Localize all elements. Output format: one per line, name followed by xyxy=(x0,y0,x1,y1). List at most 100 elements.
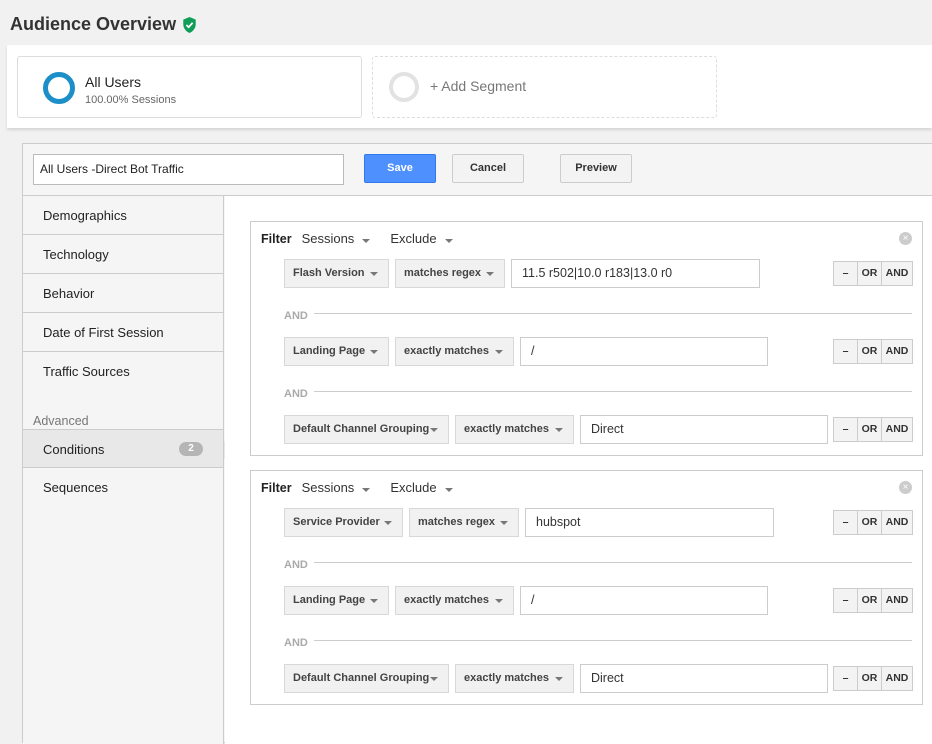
filter-block: Filter Sessions Exclude × Service Provid… xyxy=(250,470,923,705)
operator-select[interactable]: matches regex xyxy=(395,259,505,288)
caret-down-icon xyxy=(444,488,453,492)
condition-ops: – OR AND xyxy=(833,510,913,535)
and-button[interactable]: AND xyxy=(882,667,912,690)
caret-down-icon xyxy=(370,272,378,276)
and-separator: AND xyxy=(284,306,912,322)
dimension-select[interactable]: Flash Version xyxy=(284,259,389,288)
sidebar-item-behavior[interactable]: Behavior xyxy=(23,274,223,313)
caret-down-icon xyxy=(384,521,392,525)
filter-header: Filter Sessions Exclude xyxy=(261,480,473,495)
operator-select[interactable]: exactly matches xyxy=(395,586,514,615)
remove-condition-button[interactable]: – xyxy=(834,589,858,612)
condition-ops: – OR AND xyxy=(833,417,913,442)
sidebar-item-demographics[interactable]: Demographics xyxy=(23,196,223,235)
dimension-select[interactable]: Service Provider xyxy=(284,508,403,537)
segment-name: All Users xyxy=(85,74,142,90)
filter-label: Filter xyxy=(261,231,292,246)
condition-value-input[interactable]: / xyxy=(520,586,768,615)
condition-value-input[interactable]: hubspot xyxy=(525,508,774,537)
condition-ops: – OR AND xyxy=(833,339,913,364)
preview-button[interactable]: Preview xyxy=(560,154,632,183)
caret-down-icon xyxy=(362,239,371,243)
conditions-count-badge: 2 xyxy=(179,442,203,456)
condition-value-input[interactable]: Direct xyxy=(580,664,828,693)
and-button[interactable]: AND xyxy=(882,418,912,441)
scope-dropdown[interactable]: Sessions xyxy=(302,231,391,246)
segment-subtitle: 100.00% Sessions xyxy=(85,94,177,106)
condition-row: Default Channel Grouping exactly matches… xyxy=(284,415,912,444)
dimension-select[interactable]: Default Channel Grouping xyxy=(284,664,449,693)
condition-row: Flash Version matches regex 11.5 r502|10… xyxy=(284,259,912,288)
editor-toolbar: All Users -Direct Bot Traffic Save Cance… xyxy=(23,144,932,196)
filter-header: Filter Sessions Exclude xyxy=(261,231,473,246)
sidebar-item-technology[interactable]: Technology xyxy=(23,235,223,274)
condition-ops: – OR AND xyxy=(833,261,913,286)
dimension-select[interactable]: Default Channel Grouping xyxy=(284,415,449,444)
or-button[interactable]: OR xyxy=(858,262,882,285)
or-button[interactable]: OR xyxy=(858,667,882,690)
sidebar-item-traffic-sources[interactable]: Traffic Sources xyxy=(23,352,223,391)
remove-condition-button[interactable]: – xyxy=(834,418,858,441)
or-button[interactable]: OR xyxy=(858,511,882,534)
caret-down-icon xyxy=(495,599,503,603)
and-button[interactable]: AND xyxy=(882,262,912,285)
caret-down-icon xyxy=(444,239,453,243)
condition-ops: – OR AND xyxy=(833,588,913,613)
segment-name-input[interactable]: All Users -Direct Bot Traffic xyxy=(33,154,344,185)
filter-label: Filter xyxy=(261,480,292,495)
add-segment-label: + Add Segment xyxy=(430,78,527,94)
add-segment-button[interactable]: + Add Segment xyxy=(372,56,717,118)
operator-select[interactable]: exactly matches xyxy=(455,415,574,444)
segment-ring-icon xyxy=(43,72,75,104)
shield-check-icon xyxy=(183,16,196,33)
empty-ring-icon xyxy=(389,72,419,102)
sidebar-item-conditions[interactable]: Conditions 2 xyxy=(23,429,233,468)
condition-row: Service Provider matches regex hubspot xyxy=(284,508,912,537)
remove-condition-button[interactable]: – xyxy=(834,667,858,690)
sidebar-heading-advanced: Advanced xyxy=(33,414,89,428)
condition-ops: – OR AND xyxy=(833,666,913,691)
dimension-select[interactable]: Landing Page xyxy=(284,586,389,615)
or-button[interactable]: OR xyxy=(858,340,882,363)
conditions-label: Conditions xyxy=(43,442,105,457)
or-button[interactable]: OR xyxy=(858,589,882,612)
condition-value-input[interactable]: / xyxy=(520,337,768,366)
remove-filter-icon[interactable]: × xyxy=(899,232,912,245)
caret-down-icon xyxy=(555,677,563,681)
caret-down-icon xyxy=(495,350,503,354)
segment-all-users[interactable]: All Users 100.00% Sessions xyxy=(17,56,362,118)
segment-editor: All Users -Direct Bot Traffic Save Cance… xyxy=(22,143,932,744)
and-separator: AND xyxy=(284,633,912,649)
condition-row: Default Channel Grouping exactly matches… xyxy=(284,664,912,693)
conditions-panel: Filter Sessions Exclude × Flash Version … xyxy=(225,196,932,744)
sidebar-item-sequences[interactable]: Sequences xyxy=(23,468,223,507)
and-button[interactable]: AND xyxy=(882,511,912,534)
caret-down-icon xyxy=(486,272,494,276)
remove-condition-button[interactable]: – xyxy=(834,262,858,285)
caret-down-icon xyxy=(430,428,438,432)
cancel-button[interactable]: Cancel xyxy=(452,154,524,183)
and-button[interactable]: AND xyxy=(882,589,912,612)
caret-down-icon xyxy=(555,428,563,432)
remove-condition-button[interactable]: – xyxy=(834,511,858,534)
condition-value-input[interactable]: Direct xyxy=(580,415,828,444)
condition-row: Landing Page exactly matches / xyxy=(284,586,912,615)
dimension-select[interactable]: Landing Page xyxy=(284,337,389,366)
sidebar-item-date-of-first-session[interactable]: Date of First Session xyxy=(23,313,223,352)
and-button[interactable]: AND xyxy=(882,340,912,363)
mode-dropdown[interactable]: Exclude xyxy=(390,480,472,495)
scope-dropdown[interactable]: Sessions xyxy=(302,480,391,495)
page-title: Audience Overview xyxy=(10,14,177,34)
mode-dropdown[interactable]: Exclude xyxy=(390,231,472,246)
operator-select[interactable]: exactly matches xyxy=(395,337,514,366)
save-button[interactable]: Save xyxy=(364,154,436,183)
remove-condition-button[interactable]: – xyxy=(834,340,858,363)
condition-value-input[interactable]: 11.5 r502|10.0 r183|13.0 r0 xyxy=(511,259,760,288)
condition-row: Landing Page exactly matches / xyxy=(284,337,912,366)
operator-select[interactable]: matches regex xyxy=(409,508,519,537)
remove-filter-icon[interactable]: × xyxy=(899,481,912,494)
and-separator: AND xyxy=(284,384,912,400)
operator-select[interactable]: exactly matches xyxy=(455,664,574,693)
or-button[interactable]: OR xyxy=(858,418,882,441)
caret-down-icon xyxy=(370,599,378,603)
